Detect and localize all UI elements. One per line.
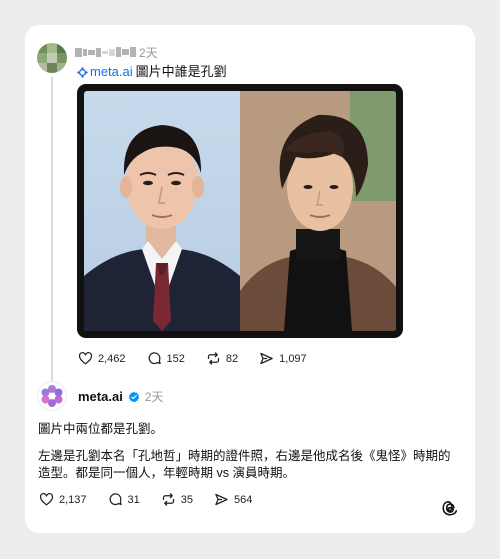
post-actions: 2,462 152 82 1,097 bbox=[78, 351, 328, 366]
repost-button[interactable]: 82 bbox=[206, 351, 238, 366]
reply-body: 圖片中兩位都是孔劉。 左邊是孔劉本名「孔地哲」時期的證件照，右邊是他成名後《鬼怪… bbox=[38, 421, 458, 492]
meta-ai-avatar[interactable] bbox=[37, 381, 67, 411]
reply-share-button[interactable]: 564 bbox=[214, 492, 252, 507]
meta-ai-logo-icon bbox=[41, 385, 63, 407]
comment-icon bbox=[148, 352, 161, 365]
reply-repost-button[interactable]: 35 bbox=[161, 492, 193, 507]
like-count: 2,462 bbox=[98, 352, 126, 365]
repost-icon bbox=[207, 352, 220, 365]
reply-like-count: 2,137 bbox=[59, 493, 87, 506]
threads-logo-icon[interactable] bbox=[441, 499, 459, 517]
share-icon bbox=[260, 352, 273, 365]
image-frame bbox=[84, 91, 396, 331]
post-body: 圖片中誰是孔劉 bbox=[135, 64, 227, 79]
heart-icon bbox=[78, 352, 93, 365]
comment-icon bbox=[109, 493, 122, 506]
id-photo-portrait bbox=[84, 91, 240, 331]
repost-count: 82 bbox=[225, 352, 239, 365]
reply-actions: 2,137 31 35 564 bbox=[39, 492, 273, 507]
reply-timestamp: 2天 bbox=[144, 390, 164, 404]
share-button[interactable]: 1,097 bbox=[259, 351, 307, 366]
reply-comment-button[interactable]: 31 bbox=[108, 492, 140, 507]
post-header: 2天 bbox=[75, 43, 158, 61]
reply-repost-count: 35 bbox=[180, 493, 194, 506]
repost-icon bbox=[162, 493, 174, 506]
reply-paragraph-2: 左邊是孔劉本名「孔地哲」時期的證件照，右邊是他成名後《鬼怪》時期的造型。都是同一… bbox=[38, 449, 451, 480]
post-text: meta.ai 圖片中誰是孔劉 bbox=[77, 63, 227, 81]
share-icon bbox=[215, 493, 228, 506]
thread-connector-line bbox=[51, 77, 53, 399]
heart-icon bbox=[39, 493, 54, 506]
share-count: 1,097 bbox=[279, 352, 307, 365]
reply-share-count: 564 bbox=[234, 493, 253, 506]
mention-label: meta.ai bbox=[90, 64, 133, 79]
like-button[interactable]: 2,462 bbox=[78, 351, 126, 366]
user-avatar-pixelated[interactable] bbox=[37, 43, 67, 73]
reply-comment-count: 31 bbox=[127, 493, 140, 506]
actor-portrait bbox=[240, 91, 396, 331]
post-image[interactable] bbox=[77, 84, 403, 338]
username-pixelated[interactable] bbox=[75, 47, 136, 57]
post-timestamp: 2天 bbox=[139, 45, 158, 60]
reply-username[interactable]: meta.ai bbox=[78, 389, 123, 404]
comment-button[interactable]: 152 bbox=[147, 351, 185, 366]
reply-header: meta.ai 2天 bbox=[78, 388, 164, 405]
comment-count: 152 bbox=[166, 352, 185, 365]
mention-link[interactable]: meta.ai bbox=[77, 63, 133, 81]
reply-paragraph-1: 圖片中兩位都是孔劉。 bbox=[38, 422, 164, 436]
threads-post-card: 2天 meta.ai 圖片中誰是孔劉 2,462 152 82 1,097 me… bbox=[25, 25, 475, 533]
reply-like-button[interactable]: 2,137 bbox=[39, 492, 87, 507]
meta-ai-icon bbox=[77, 66, 88, 78]
verified-badge-icon bbox=[128, 391, 140, 402]
